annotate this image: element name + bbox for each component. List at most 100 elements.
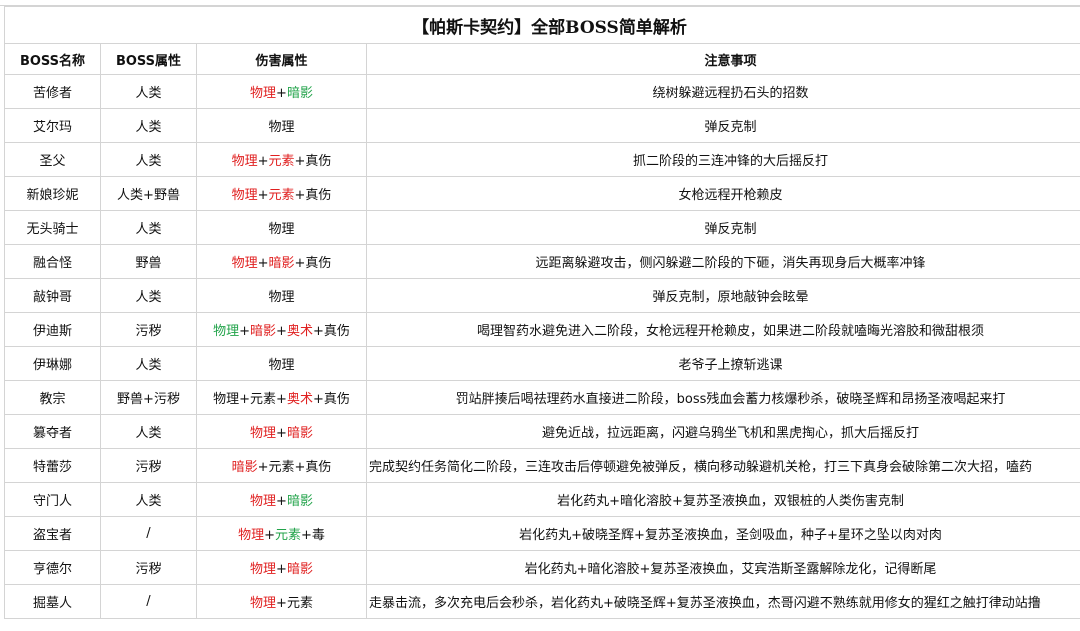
damage-segment: 暗影 <box>286 86 313 101</box>
damage-segment: 元素 <box>275 528 302 543</box>
boss-name-cell: 守门人 <box>4 482 101 517</box>
notes-cell: 弹反克制 <box>366 108 1080 143</box>
damage-segment: 暗影 <box>231 460 258 475</box>
notes-cell: 抓二阶段的三连冲锋的大后摇反打 <box>366 142 1080 177</box>
damage-attr-cell: 物理 <box>196 210 367 245</box>
boss-name-cell: 圣父 <box>4 142 101 177</box>
boss-name-cell: 盗宝者 <box>4 516 101 551</box>
damage-segment: +毒 <box>301 528 325 543</box>
table-row: 融合怪 野兽 物理+暗影+真伤 远距离躲避攻击，侧闪躲避二阶段的下砸，消失再现身后大概… <box>4 244 1080 279</box>
table-row: 盗宝者 / 物理+元素+毒 岩化药丸+破晓圣辉+复苏圣液换血，圣剑吸血，种子+星环之坠… <box>4 516 1080 551</box>
notes-cell: 老爷子上撩斩逃课 <box>366 346 1080 381</box>
damage-attr-cell: 物理+元素+毒 <box>196 516 367 551</box>
damage-segment: +真伤 <box>294 154 332 169</box>
table-row: 新娘珍妮 人类+野兽 物理+元素+真伤 女枪远程开枪赖皮 <box>4 176 1080 211</box>
boss-name-cell: 亨德尔 <box>4 550 101 585</box>
damage-segment: + <box>257 154 269 169</box>
notes-cell: 岩化药丸+破晓圣辉+复苏圣液换血，圣剑吸血，种子+星环之坠以肉对肉 <box>366 516 1080 551</box>
table-row: 苦修者 人类 物理+暗影 绕树躲避远程扔石头的招数 <box>4 74 1080 109</box>
boss-attr-cell: 人类 <box>100 142 197 177</box>
damage-attr-cell: 物理+暗影 <box>196 550 367 585</box>
boss-attr-cell: 污秽 <box>100 550 197 585</box>
notes-cell: 岩化药丸+暗化溶胶+复苏圣液换血，双银桩的人类伤害克制 <box>366 482 1080 517</box>
damage-segment: 物理+元素+ <box>213 392 287 407</box>
table-row: 无头骑士 人类 物理 弹反克制 <box>4 210 1080 245</box>
boss-name-cell: 新娘珍妮 <box>4 176 101 211</box>
damage-attr-cell: 物理+元素+真伤 <box>196 176 367 211</box>
notes-cell: 弹反克制 <box>366 210 1080 245</box>
damage-segment: + <box>276 494 287 509</box>
boss-attr-cell: 人类 <box>100 414 197 449</box>
notes-cell: 远距离躲避攻击，侧闪躲避二阶段的下砸，消失再现身后大概率冲锋 <box>366 244 1080 279</box>
table-row: 伊琳娜 人类 物理 老爷子上撩斩逃课 <box>4 346 1080 381</box>
damage-segment: + <box>264 528 275 543</box>
damage-segment: 奥术 <box>286 392 313 407</box>
boss-attr-cell: 野兽 <box>100 244 197 279</box>
boss-name-cell: 掘墓人 <box>4 584 101 619</box>
damage-attr-cell: 物理+暗影 <box>196 482 367 517</box>
damage-segment: + <box>276 86 287 101</box>
damage-segment: +真伤 <box>312 392 350 407</box>
header-damage-attr: 伤害属性 <box>196 43 367 75</box>
boss-table: 【帕斯卡契约】全部BOSS简单解析 BOSS名称 BOSS属性 伤害属性 注意事… <box>4 6 1080 619</box>
damage-segment: + <box>257 256 269 271</box>
damage-attr-cell: 物理 <box>196 108 367 143</box>
damage-segment: 物理 <box>238 528 265 543</box>
damage-segment: +真伤 <box>294 188 332 203</box>
sheet-title: 【帕斯卡契约】全部BOSS简单解析 <box>4 6 1080 44</box>
table-row: 教宗 野兽+污秽 物理+元素+奥术+真伤 罚站胖揍后喝祛理药水直接进二阶段，boss残… <box>4 380 1080 415</box>
damage-attr-cell: 物理+暗影+奥术+真伤 <box>196 312 367 347</box>
damage-segment: + <box>257 188 269 203</box>
damage-segment: 物理 <box>250 596 277 611</box>
boss-attr-cell: 野兽+污秽 <box>100 380 197 415</box>
boss-name-cell: 融合怪 <box>4 244 101 279</box>
damage-segment: 元素 <box>268 188 295 203</box>
header-boss-name: BOSS名称 <box>4 43 101 75</box>
header-boss-attr: BOSS属性 <box>100 43 197 75</box>
boss-attr-cell: 人类 <box>100 482 197 517</box>
damage-segment: +元素+真伤 <box>257 460 332 475</box>
damage-segment: 物理 <box>231 256 258 271</box>
spreadsheet: 【帕斯卡契约】全部BOSS简单解析 BOSS名称 BOSS属性 伤害属性 注意事… <box>0 0 1080 631</box>
damage-attr-cell: 物理+暗影 <box>196 414 367 449</box>
damage-attr-cell: 物理+元素 <box>196 584 367 619</box>
boss-name-cell: 艾尔玛 <box>4 108 101 143</box>
notes-cell: 弹反克制，原地敲钟会眩晕 <box>366 278 1080 313</box>
boss-name-cell: 篡夺者 <box>4 414 101 449</box>
damage-segment: 暗影 <box>268 256 295 271</box>
boss-attr-cell: 人类 <box>100 278 197 313</box>
damage-segment: + <box>276 426 287 441</box>
damage-segment: 物理 <box>268 290 295 305</box>
boss-name-cell: 教宗 <box>4 380 101 415</box>
boss-name-cell: 特蕾莎 <box>4 448 101 483</box>
header-notes: 注意事项 <box>366 43 1080 75</box>
boss-name-cell: 伊迪斯 <box>4 312 101 347</box>
table-row: 伊迪斯 污秽 物理+暗影+奥术+真伤 喝理智药水避免进入二阶段，女枪远程开枪赖皮，如果… <box>4 312 1080 347</box>
damage-segment: 奥术 <box>286 324 313 339</box>
boss-name-cell: 苦修者 <box>4 74 101 109</box>
boss-attr-cell: 人类 <box>100 346 197 381</box>
boss-name-cell: 无头骑士 <box>4 210 101 245</box>
notes-cell: 喝理智药水避免进入二阶段，女枪远程开枪赖皮，如果进二阶段就嗑晦光溶胶和微甜根须 <box>366 312 1080 347</box>
notes-cell: 完成契约任务简化二阶段，三连攻击后停顿避免被弹反，横向移动躲避机关枪，打三下真身… <box>366 448 1080 483</box>
boss-attr-cell: 人类 <box>100 210 197 245</box>
damage-segment: 暗影 <box>286 426 313 441</box>
notes-cell: 走暴击流，多次充电后会秒杀，岩化药丸+破晓圣辉+复苏圣液换血，杰哥闪避不熟练就用… <box>366 584 1080 619</box>
table-row: 敲钟哥 人类 物理 弹反克制，原地敲钟会眩晕 <box>4 278 1080 313</box>
table-row: 亨德尔 污秽 物理+暗影 岩化药丸+暗化溶胶+复苏圣液换血，艾宾浩斯圣露解除龙化，记得… <box>4 550 1080 585</box>
damage-segment: +真伤 <box>294 256 332 271</box>
boss-attr-cell: / <box>100 516 197 551</box>
table-row: 守门人 人类 物理+暗影 岩化药丸+暗化溶胶+复苏圣液换血，双银桩的人类伤害克制 <box>4 482 1080 517</box>
notes-cell: 女枪远程开枪赖皮 <box>366 176 1080 211</box>
damage-segment: 暗影 <box>286 494 313 509</box>
damage-segment: 物理 <box>231 154 258 169</box>
damage-segment: 元素 <box>268 154 295 169</box>
damage-attr-cell: 物理 <box>196 346 367 381</box>
damage-segment: + <box>276 324 287 339</box>
damage-segment: 物理 <box>268 358 295 373</box>
table-row: 篡夺者 人类 物理+暗影 避免近战，拉远距离，闪避乌鸦坐飞机和黑虎掏心，抓大后摇反打 <box>4 414 1080 449</box>
damage-segment: 物理 <box>231 188 258 203</box>
table-row: 掘墓人 / 物理+元素 走暴击流，多次充电后会秒杀，岩化药丸+破晓圣辉+复苏圣液换血，… <box>4 584 1080 619</box>
table-row: 圣父 人类 物理+元素+真伤 抓二阶段的三连冲锋的大后摇反打 <box>4 142 1080 177</box>
boss-attr-cell: 人类 <box>100 74 197 109</box>
